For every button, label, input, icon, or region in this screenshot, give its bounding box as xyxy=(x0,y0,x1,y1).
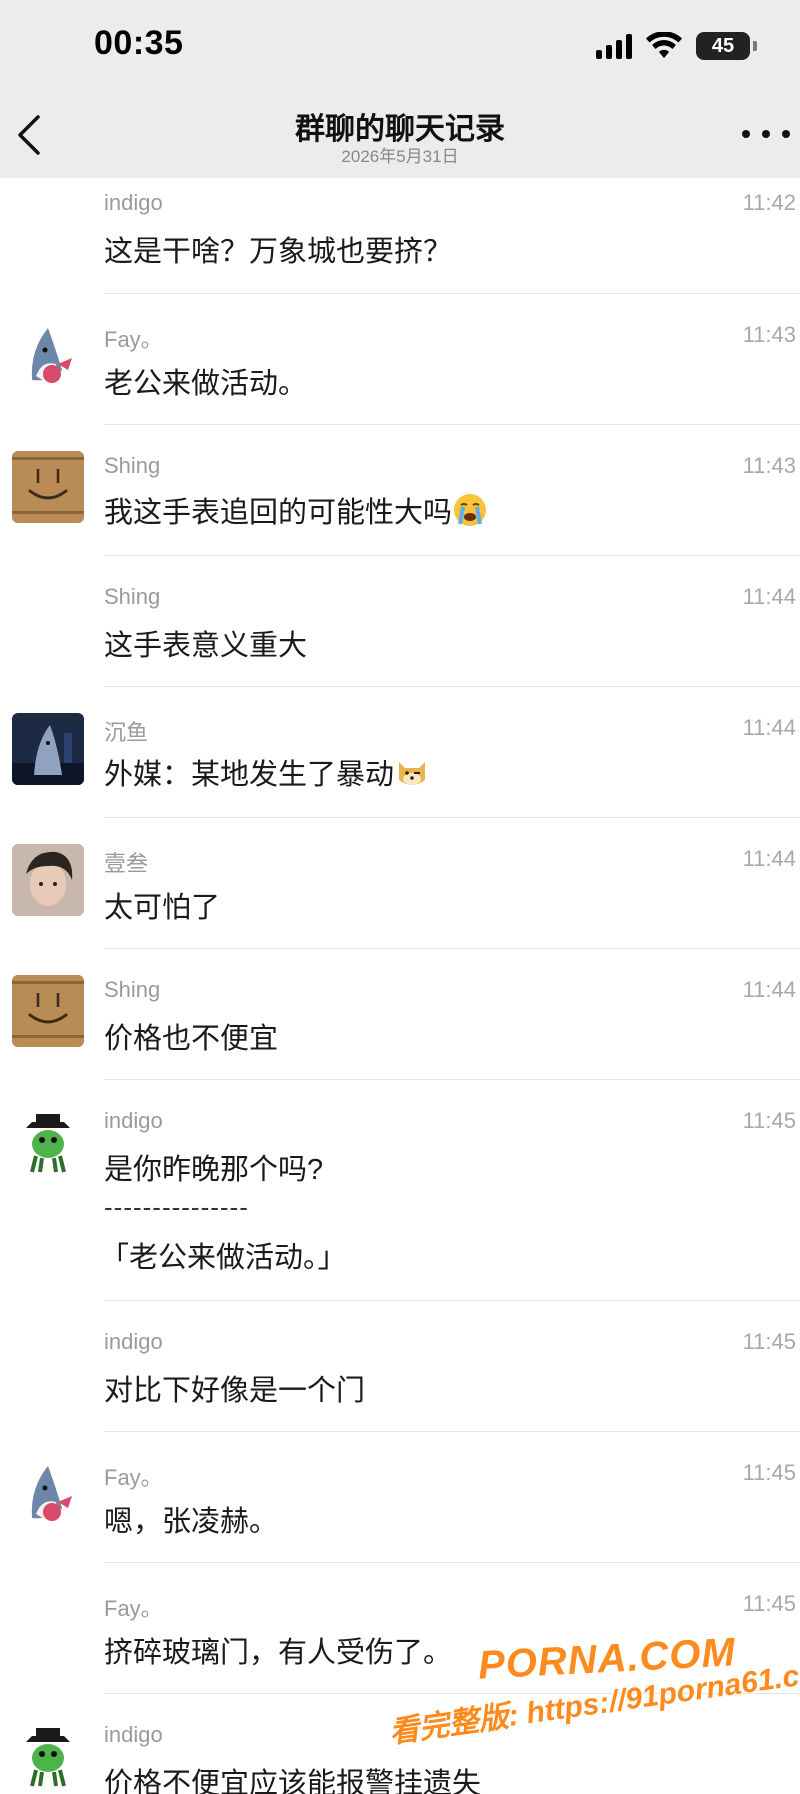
signal-icon xyxy=(596,33,632,59)
chat-record-list[interactable]: indigo 11:42 这是干啥？万象城也要挤？ Fay。 11:43 老公来… xyxy=(0,178,800,1794)
shark-avatar[interactable] xyxy=(12,320,84,392)
message-item: Shing 11:43 我这手表追回的可能性大吗 xyxy=(0,425,800,556)
message-time: 11:43 xyxy=(742,322,796,347)
message-time: 11:45 xyxy=(742,1460,796,1485)
message-text: 这手表意义重大 xyxy=(104,630,308,662)
more-options-button[interactable] xyxy=(742,122,790,146)
message-time: 11:44 xyxy=(742,715,796,740)
quoted-message[interactable]: 「老公来做活动。」 xyxy=(100,1234,347,1276)
message-time: 11:45 xyxy=(742,1591,796,1616)
green-frog-avatar[interactable] xyxy=(12,1720,84,1792)
shark-avatar[interactable] xyxy=(12,1458,84,1530)
box-face-avatar[interactable] xyxy=(12,451,84,523)
battery-level: 45 xyxy=(711,34,735,57)
sender-name: Fay。 xyxy=(104,1465,163,1490)
message-text: 挤碎玻璃门，有人受伤了。 xyxy=(104,1637,453,1669)
crying-emoji-icon xyxy=(454,494,487,526)
person-avatar[interactable] xyxy=(12,844,84,916)
message-text: 我这手表追回的可能性大吗 xyxy=(104,497,453,529)
message-item: indigo 11:42 这是干啥？万象城也要挤？ xyxy=(0,178,800,294)
message-text-row: 外媒：某地发生了暴动 xyxy=(104,751,430,793)
message-time: 11:45 xyxy=(742,1329,796,1354)
sender-name: 沉鱼 xyxy=(104,720,149,745)
status-time: 00:35 xyxy=(94,24,184,62)
message-item: Shing 11:44 价格也不便宜 xyxy=(0,949,800,1080)
message-item: 壹叁 11:44 太可怕了 xyxy=(0,818,800,949)
battery-icon: 45 xyxy=(696,32,757,60)
message-time: 11:44 xyxy=(742,977,796,1002)
sender-name: 壹叁 xyxy=(104,851,149,876)
message-text-row: 我这手表追回的可能性大吗 xyxy=(104,489,488,531)
message-time: 11:44 xyxy=(742,846,796,871)
message-item: 沉鱼 11:44 外媒：某地发生了暴动 xyxy=(0,687,800,818)
green-frog-avatar[interactable] xyxy=(12,1106,84,1178)
shark-night-avatar[interactable] xyxy=(12,713,84,785)
message-item: Fay。 11:43 老公来做活动。 xyxy=(0,294,800,425)
status-icons: 45 xyxy=(596,30,757,62)
message-time: 11:42 xyxy=(742,190,796,215)
sender-name: Shing xyxy=(104,453,161,478)
message-text: 价格不便宜应该能报警挂遗失 xyxy=(104,1768,482,1794)
page-subtitle-date: 2026年5月31日 xyxy=(341,147,459,166)
top-bar: 00:35 45 群聊的聊天记录 2026年5月31日 xyxy=(0,0,800,178)
message-time: 11:44 xyxy=(742,584,796,609)
message-text: 外媒：某地发生了暴动 xyxy=(104,759,395,791)
sender-name: Fay。 xyxy=(104,1596,163,1621)
message-text: 价格也不便宜 xyxy=(104,1023,279,1055)
sender-name: Shing xyxy=(104,977,161,1002)
quote-separator: --------------- xyxy=(104,1192,249,1222)
message-item: indigo 11:45 对比下好像是一个门 xyxy=(0,1301,800,1432)
message-text: 老公来做活动。 xyxy=(104,368,308,400)
message-item: Shing 11:44 这手表意义重大 xyxy=(0,556,800,687)
sender-name: indigo xyxy=(104,190,163,215)
sender-name: Shing xyxy=(104,584,161,609)
box-face-avatar[interactable] xyxy=(12,975,84,1047)
message-item: Fay。 11:45 嗯，张凌赫。 xyxy=(0,1432,800,1563)
message-text: 是你昨晚那个吗? xyxy=(104,1154,324,1186)
message-text: 嗯，张凌赫。 xyxy=(104,1506,279,1538)
sender-name: indigo xyxy=(104,1722,163,1747)
message-time: 11:43 xyxy=(742,453,796,478)
wifi-icon xyxy=(646,32,682,58)
message-text: 太可怕了 xyxy=(104,892,221,924)
sender-name: indigo xyxy=(104,1108,163,1133)
message-text: 这是干啥？万象城也要挤？ xyxy=(104,236,453,268)
sender-name: indigo xyxy=(104,1329,163,1354)
message-item: indigo 11:45 是你昨晚那个吗? --------------- 「老… xyxy=(0,1080,800,1301)
doge-emoji-icon xyxy=(399,762,426,785)
sender-name: Fay。 xyxy=(104,327,163,352)
message-time: 11:45 xyxy=(742,1108,796,1133)
message-text: 对比下好像是一个门 xyxy=(104,1375,366,1407)
